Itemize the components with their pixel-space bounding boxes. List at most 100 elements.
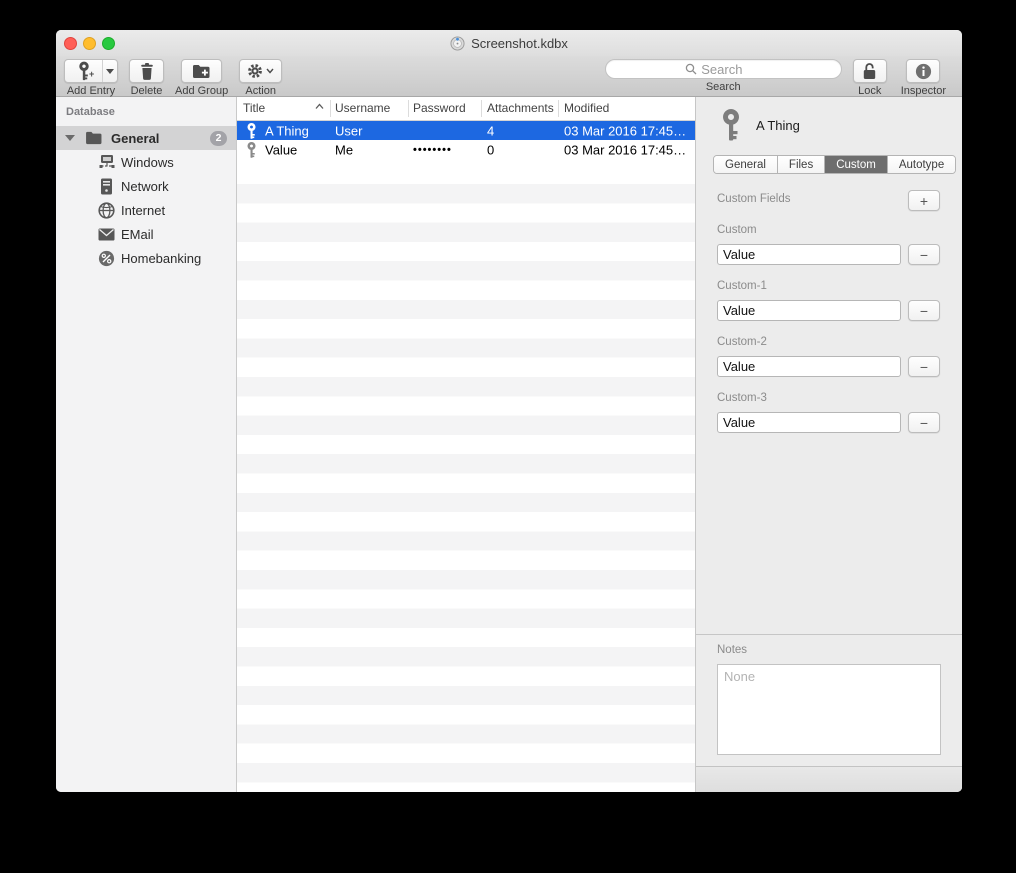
notes-separator	[696, 634, 962, 635]
entry-password: ••••••••	[413, 144, 452, 156]
document-icon	[450, 36, 465, 51]
custom-fields-heading: Custom Fields	[717, 193, 791, 205]
entry-table: Title Username Password Attachments Modi…	[237, 97, 695, 792]
toolbar-item-delete: Delete	[129, 59, 164, 97]
sidebar: Database General 2	[56, 97, 237, 792]
sidebar-item-homebanking[interactable]: Homebanking	[56, 246, 236, 270]
delete-button[interactable]	[129, 59, 164, 83]
entry-modified: 03 Mar 2016 17:45…	[564, 123, 692, 138]
custom-field-label: Custom-2	[717, 336, 767, 348]
custom-field-input[interactable]	[717, 244, 901, 265]
inspector-button[interactable]	[906, 59, 940, 83]
entry-count-badge: 2	[210, 131, 227, 146]
gear-icon	[247, 63, 263, 79]
key-plus-icon: +	[65, 60, 102, 82]
column-header-modified[interactable]: Modified	[564, 101, 609, 115]
sidebar-item-email[interactable]: EMail	[56, 222, 236, 246]
add-custom-field-button[interactable]: +	[908, 190, 940, 211]
key-icon	[246, 141, 257, 158]
add-entry-dropdown[interactable]	[102, 60, 117, 82]
inspector-label: Inspector	[901, 85, 946, 97]
inspector-entry-title: A Thing	[756, 118, 800, 133]
entry-modified: 03 Mar 2016 17:45…	[564, 142, 692, 157]
action-button[interactable]	[239, 59, 282, 83]
search-field[interactable]	[605, 59, 842, 79]
sidebar-item-label: Network	[121, 179, 169, 194]
search-input[interactable]	[701, 62, 761, 77]
lock-label: Lock	[858, 85, 881, 97]
minus-icon: −	[920, 359, 928, 375]
entry-attachments: 4	[487, 123, 494, 138]
sidebar-item-windows[interactable]: Windows	[56, 150, 236, 174]
app-window: Screenshot.kdbx + Add Entry	[56, 30, 962, 792]
sidebar-item-general[interactable]: General 2	[56, 126, 236, 150]
sidebar-item-label: Homebanking	[121, 251, 201, 266]
entry-table-header: Title Username Password Attachments Modi…	[237, 97, 695, 121]
sort-ascending-icon	[315, 103, 324, 110]
percent-icon	[97, 249, 116, 268]
tab-files[interactable]: Files	[778, 156, 825, 173]
column-header-attachments[interactable]: Attachments	[487, 101, 554, 115]
empty-row-stripes	[237, 184, 695, 792]
column-header-password[interactable]: Password	[413, 101, 466, 115]
entry-row[interactable]: A Thing User 4 03 Mar 2016 17:45…	[237, 121, 695, 140]
entry-title: A Thing	[265, 123, 309, 138]
entry-title: Value	[265, 142, 297, 157]
add-entry-button[interactable]: +	[64, 59, 118, 83]
info-icon	[915, 63, 932, 80]
minus-icon: −	[920, 247, 928, 263]
column-header-title[interactable]: Title	[243, 101, 265, 115]
sidebar-section-header: Database	[66, 106, 115, 118]
toolbar-item-search: Search	[605, 59, 842, 93]
entry-key-icon	[719, 108, 743, 142]
column-header-username[interactable]: Username	[335, 101, 390, 115]
notes-heading: Notes	[717, 644, 747, 656]
folder-icon	[84, 129, 103, 148]
remove-custom-field-button[interactable]: −	[908, 356, 940, 377]
sidebar-item-label: General	[111, 131, 159, 146]
custom-field-input[interactable]	[717, 412, 901, 433]
inspector-bottom-bar	[696, 766, 962, 792]
sidebar-item-label: EMail	[121, 227, 154, 242]
sidebar-item-internet[interactable]: Internet	[56, 198, 236, 222]
entry-username: Me	[335, 142, 353, 157]
remove-custom-field-button[interactable]: −	[908, 412, 940, 433]
envelope-icon	[97, 225, 116, 244]
globe-icon	[97, 201, 116, 220]
add-group-button[interactable]	[181, 59, 222, 83]
disclosure-triangle-icon[interactable]	[65, 135, 75, 141]
entry-attachments: 0	[487, 142, 494, 157]
action-label: Action	[245, 85, 276, 97]
custom-field-input[interactable]	[717, 300, 901, 321]
search-label: Search	[706, 81, 741, 93]
custom-field-input[interactable]	[717, 356, 901, 377]
tab-custom[interactable]: Custom	[825, 156, 888, 173]
inspector-tabs: General Files Custom Autotype	[713, 155, 956, 174]
tab-general[interactable]: General	[714, 156, 778, 173]
tab-autotype[interactable]: Autotype	[888, 156, 955, 173]
custom-field-label: Custom-1	[717, 280, 767, 292]
remove-custom-field-button[interactable]: −	[908, 300, 940, 321]
notes-textarea[interactable]	[717, 664, 941, 755]
plus-icon: +	[920, 193, 928, 209]
key-icon	[246, 122, 257, 139]
toolbar-item-add-group: Add Group	[175, 59, 228, 97]
toolbar-item-add-entry: + Add Entry	[64, 59, 118, 97]
lock-button[interactable]	[853, 59, 887, 83]
sidebar-item-network[interactable]: Network	[56, 174, 236, 198]
minus-icon: −	[920, 415, 928, 431]
workgroup-icon	[97, 153, 116, 172]
entry-username: User	[335, 123, 362, 138]
delete-label: Delete	[131, 85, 163, 97]
entry-row[interactable]: Value Me •••••••• 0 03 Mar 2016 17:45…	[237, 140, 695, 159]
add-group-label: Add Group	[175, 85, 228, 97]
dropdown-triangle-icon	[106, 69, 114, 74]
toolbar-item-action: Action	[239, 59, 282, 97]
remove-custom-field-button[interactable]: −	[908, 244, 940, 265]
group-tree: General 2 Windows	[56, 126, 236, 270]
add-entry-label: Add Entry	[67, 85, 115, 97]
custom-field-label: Custom-3	[717, 392, 767, 404]
server-icon	[97, 177, 116, 196]
minus-icon: −	[920, 303, 928, 319]
toolbar-item-lock: Lock	[853, 59, 887, 97]
